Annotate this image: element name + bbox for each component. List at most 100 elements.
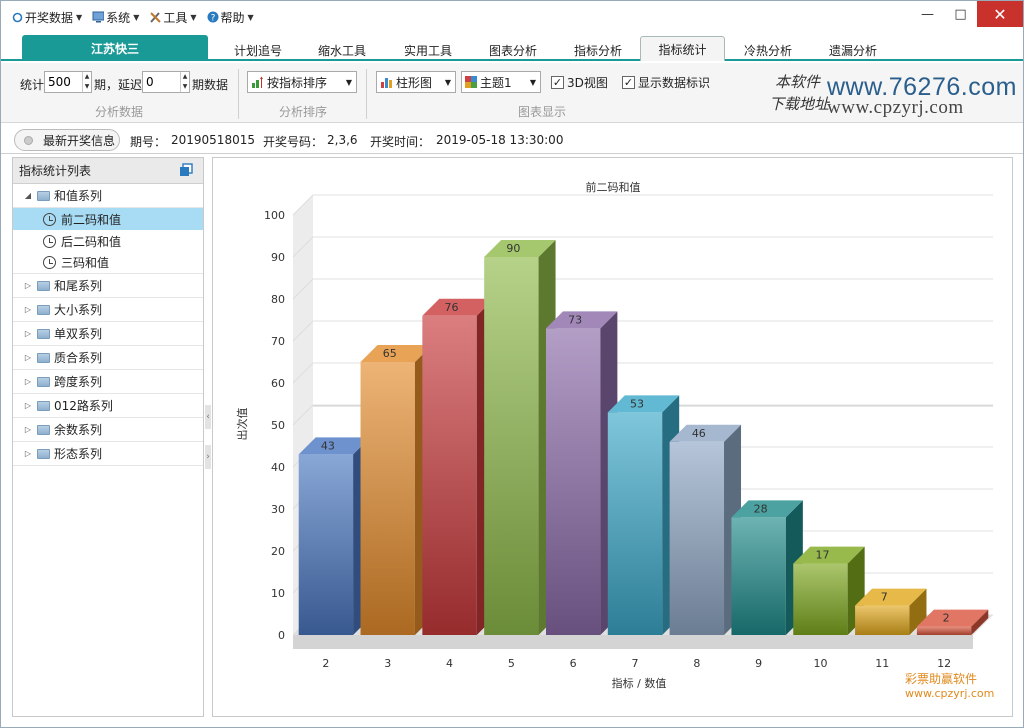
chevron-down-icon: ▼ bbox=[345, 78, 352, 87]
data-label: 65 bbox=[383, 347, 397, 360]
tree-group-sum[interactable]: ◢ 和值系列 bbox=[13, 184, 203, 208]
latest-draw-bar: 最新开奖信息 期号： 20190518015 开奖号码： 2,3,6 开奖时间：… bbox=[1, 126, 1023, 154]
tab-omission-analysis[interactable]: 遗漏分析 bbox=[816, 39, 890, 61]
tab-indicator-statistics[interactable]: 指标统计 bbox=[640, 36, 725, 61]
menu-label: 系统 bbox=[106, 10, 131, 25]
tree-group-remainder[interactable]: ▷ 余数系列 bbox=[13, 418, 203, 442]
stat-periods-stepper[interactable]: ▲▼ bbox=[44, 71, 92, 93]
bar-chart-3d: 0102030405060708090100 43265376490573653… bbox=[235, 180, 993, 690]
copy-icon[interactable] bbox=[179, 163, 193, 177]
tree-panel-header: 指标统计列表 bbox=[13, 158, 203, 184]
expand-right-icon[interactable]: › bbox=[205, 445, 211, 469]
data-label: 17 bbox=[815, 549, 829, 562]
tree-group-pattern[interactable]: ▷ 形态系列 bbox=[13, 442, 203, 466]
delay-periods-input[interactable] bbox=[143, 72, 181, 92]
chevron-down-icon: ▼ bbox=[444, 78, 451, 87]
bar bbox=[607, 412, 663, 635]
tree-group-label: 大小系列 bbox=[54, 303, 103, 317]
tab-hot-cold-analysis[interactable]: 冷热分析 bbox=[731, 39, 805, 61]
group-caption: 分析数据 bbox=[94, 105, 143, 119]
collapsed-arrow-icon[interactable]: ▷ bbox=[21, 401, 35, 410]
tree-item-three-sum[interactable]: 三码和值 bbox=[13, 252, 203, 274]
collapsed-arrow-icon[interactable]: ▷ bbox=[21, 425, 35, 434]
checkmark-icon: ✓ bbox=[551, 76, 564, 89]
period-delay-label: 期，延迟 bbox=[94, 78, 143, 92]
tab-reduce-tools[interactable]: 缩水工具 bbox=[305, 39, 379, 61]
menu-lottery-data[interactable]: 开奖数据 ▼ bbox=[11, 9, 82, 26]
bar bbox=[793, 563, 848, 635]
delay-periods-stepper[interactable]: ▲▼ bbox=[142, 71, 190, 93]
sort-select[interactable]: 按指标排序 ▼ bbox=[247, 71, 357, 93]
collapsed-arrow-icon[interactable]: ▷ bbox=[21, 281, 35, 290]
panel-splitter[interactable]: ‹ › bbox=[204, 157, 212, 717]
close-button[interactable]: ✕ bbox=[977, 1, 1023, 27]
bar bbox=[484, 257, 539, 635]
x-axis-label: 指标 / 数值 bbox=[612, 676, 667, 690]
collapse-left-icon[interactable]: ‹ bbox=[205, 405, 211, 429]
clock-icon bbox=[43, 234, 56, 248]
data-label: 43 bbox=[321, 439, 335, 452]
group-caption: 分析排序 bbox=[278, 105, 327, 119]
chart-panel: 0 10 20 30 40 50 60 70 80 90 100 43 2 65 3 76 4 90 5 73 6 53… bbox=[212, 157, 1013, 717]
view3d-checkbox[interactable]: ✓ 3D视图 bbox=[551, 74, 608, 91]
tree-group-big-small[interactable]: ▷ 大小系列 bbox=[13, 298, 203, 322]
y-tick-label: 90 bbox=[271, 251, 285, 264]
spin-arrows-icon[interactable]: ▲ ▼ bbox=[82, 72, 91, 92]
chevron-down-icon: ▼ bbox=[190, 12, 197, 22]
maximize-button[interactable]: □ bbox=[944, 1, 977, 27]
menu-help[interactable]: ? 帮助 ▼ bbox=[207, 9, 254, 26]
show-labels-checkbox[interactable]: ✓ 显示数据标识 bbox=[622, 74, 710, 91]
spin-arrows-icon[interactable]: ▲ ▼ bbox=[180, 72, 189, 92]
y-tick-label: 80 bbox=[271, 293, 285, 306]
chart-floor-front bbox=[293, 635, 973, 649]
numbers-label: 开奖号码： bbox=[263, 135, 324, 149]
theme-select[interactable]: 主题1 ▼ bbox=[461, 71, 541, 93]
tab-plan-tracking[interactable]: 计划追号 bbox=[221, 39, 295, 61]
x-tick-label: 10 bbox=[813, 657, 827, 670]
collapsed-arrow-icon[interactable]: ▷ bbox=[21, 353, 35, 362]
tree-item-back-two-sum[interactable]: 后二码和值 bbox=[13, 230, 203, 252]
logo-text-cn1: 本软件 bbox=[775, 73, 821, 91]
x-tick-label: 6 bbox=[570, 657, 577, 670]
tree-group-span[interactable]: ▷ 跨度系列 bbox=[13, 370, 203, 394]
menu-bar: 开奖数据 ▼ 系统 ▼ 工具 ▼ ? 帮助 ▼ — □ ✕ bbox=[1, 1, 1023, 33]
menu-system[interactable]: 系统 ▼ bbox=[92, 9, 139, 26]
chart-type-select[interactable]: 柱形图 ▼ bbox=[376, 71, 456, 93]
stat-periods-input[interactable] bbox=[45, 72, 83, 92]
chevron-down-icon: ▼ bbox=[76, 12, 83, 22]
collapsed-arrow-icon[interactable]: ▷ bbox=[21, 329, 35, 338]
collapsed-arrow-icon[interactable]: ▷ bbox=[21, 449, 35, 458]
tree-group-odd-even[interactable]: ▷ 单双系列 bbox=[13, 322, 203, 346]
time-value: 2019-05-18 13:30:00 bbox=[436, 133, 564, 147]
tab-chart-analysis[interactable]: 图表分析 bbox=[476, 39, 550, 61]
menu-tools[interactable]: 工具 ▼ bbox=[149, 9, 197, 26]
main-menu: 开奖数据 ▼ 系统 ▼ 工具 ▼ ? 帮助 ▼ bbox=[1, 1, 264, 33]
tree-group-label: 质合系列 bbox=[54, 351, 103, 365]
tree-group-label: 和值系列 bbox=[54, 189, 103, 203]
tree-item-label: 前二码和值 bbox=[61, 212, 122, 227]
y-axis-label: 出次值 bbox=[235, 408, 249, 441]
data-label: 28 bbox=[754, 502, 768, 515]
folder-icon bbox=[37, 352, 50, 363]
tree-item-front-two-sum[interactable]: 前二码和值 bbox=[13, 208, 203, 230]
minimize-button[interactable]: — bbox=[911, 1, 944, 27]
data-label: 7 bbox=[881, 591, 888, 604]
data-label: 46 bbox=[692, 427, 706, 440]
tree-group-012-route[interactable]: ▷ 012路系列 bbox=[13, 394, 203, 418]
collapsed-arrow-icon[interactable]: ▷ bbox=[21, 377, 35, 386]
tab-lottery-jiangsu[interactable]: 江苏快三 bbox=[22, 35, 208, 61]
folder-icon bbox=[37, 304, 50, 315]
collapsed-arrow-icon[interactable]: ▷ bbox=[21, 305, 35, 314]
tools-icon bbox=[149, 11, 162, 23]
tab-utility-tools[interactable]: 实用工具 bbox=[391, 39, 465, 61]
logo-text-cn2: 下载地址 bbox=[769, 95, 830, 113]
tree-group-prime-composite[interactable]: ▷ 质合系列 bbox=[13, 346, 203, 370]
latest-draw-button[interactable]: 最新开奖信息 bbox=[14, 129, 120, 151]
chart-title: 前二码和值 bbox=[586, 180, 641, 194]
tree-item-label: 后二码和值 bbox=[61, 234, 122, 249]
tab-indicator-analysis[interactable]: 指标分析 bbox=[561, 39, 635, 61]
issue-label: 期号： bbox=[130, 135, 167, 149]
menu-label: 帮助 bbox=[220, 10, 245, 25]
expanded-arrow-icon[interactable]: ◢ bbox=[21, 191, 35, 200]
tree-group-sum-tail[interactable]: ▷ 和尾系列 bbox=[13, 274, 203, 298]
